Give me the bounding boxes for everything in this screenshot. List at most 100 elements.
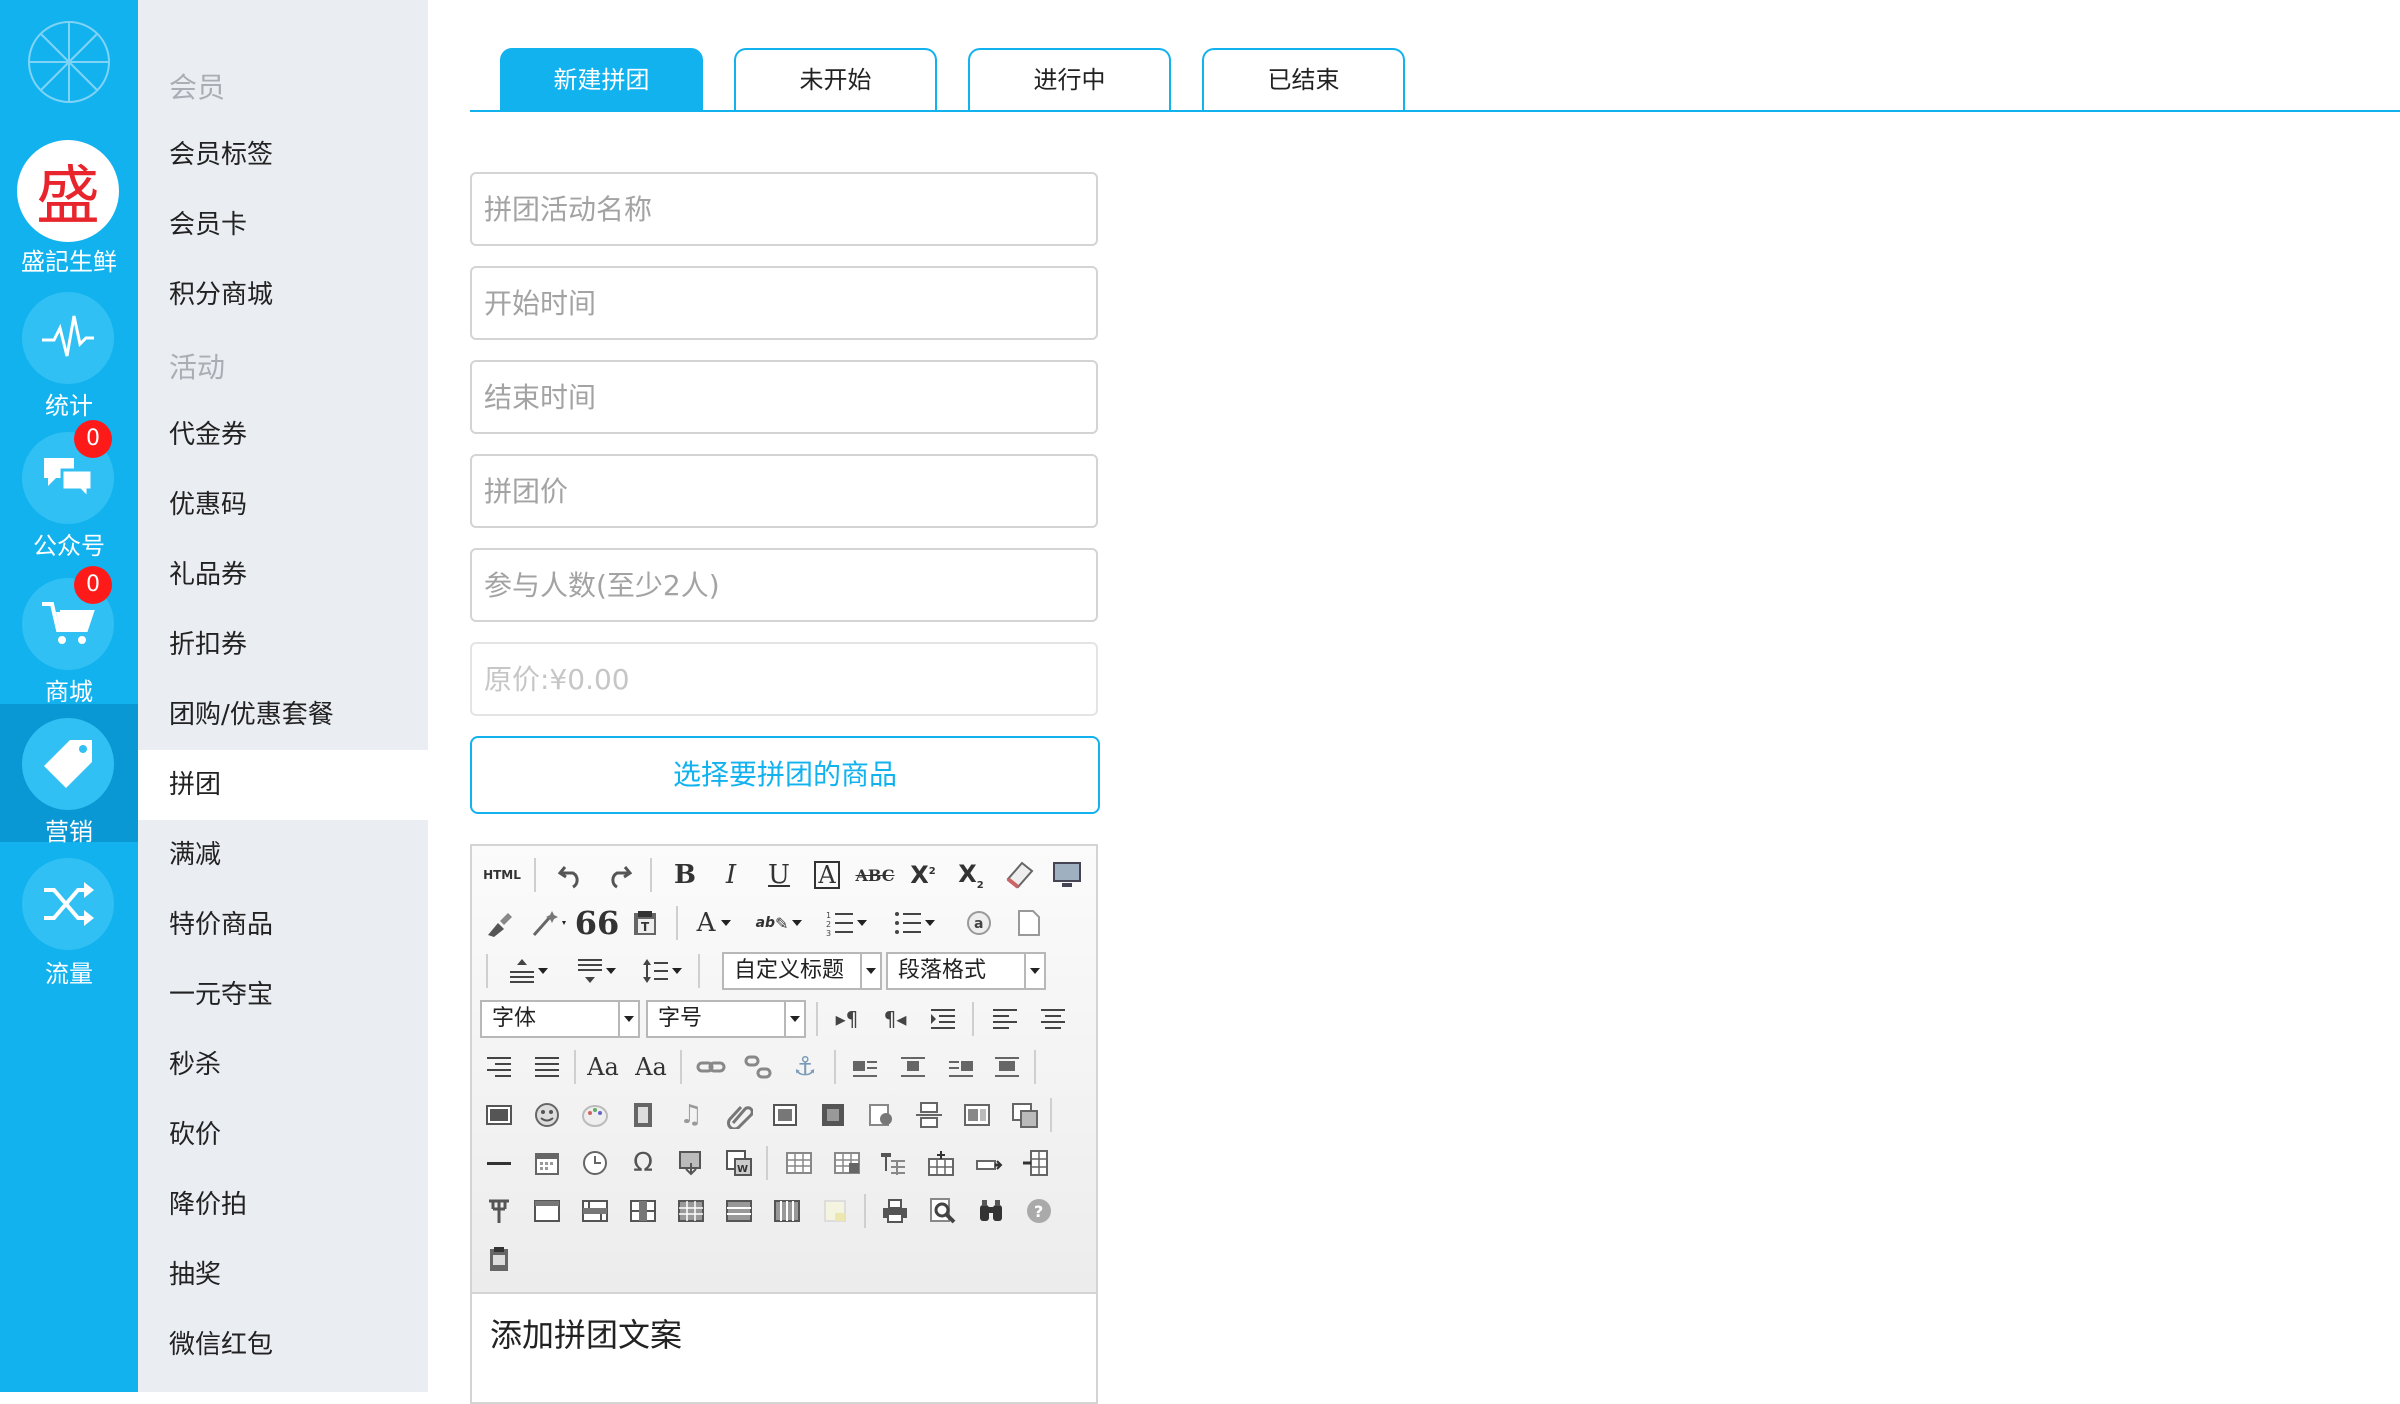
undo-icon[interactable] [554, 858, 588, 892]
attachment-icon[interactable] [722, 1098, 756, 1132]
rail-item-marketing[interactable]: 营销 [0, 704, 138, 846]
menu-item[interactable]: 抽奖 [138, 1240, 428, 1310]
participants-input[interactable] [470, 548, 1098, 622]
menu-item[interactable]: 积分商城 [138, 260, 428, 330]
editor-content[interactable]: 添加拼团文案 [490, 1310, 682, 1356]
menu-item-active[interactable]: 拼团 [138, 750, 428, 820]
music-icon[interactable]: ♫ [674, 1098, 708, 1132]
scrawl-icon[interactable] [578, 1098, 612, 1132]
custom-title-dropdown[interactable]: 自定义标题 [722, 952, 882, 990]
wordimage-icon[interactable] [674, 1146, 708, 1180]
format-painter-icon[interactable] [482, 906, 516, 940]
select-goods-button[interactable]: 选择要拼团的商品 [470, 736, 1100, 814]
store-switcher[interactable]: 盛 盛記生鲜 [0, 138, 138, 276]
menu-item[interactable]: 优惠码 [138, 470, 428, 540]
menu-item[interactable]: 折扣券 [138, 610, 428, 680]
ordered-list-icon[interactable]: 123 [820, 906, 872, 940]
menu-item[interactable]: 礼品券 [138, 540, 428, 610]
unlink-icon[interactable] [742, 1050, 776, 1084]
image-center-icon[interactable] [990, 1050, 1024, 1084]
rtl-direction-icon[interactable]: ¶◂ [878, 1002, 912, 1036]
insert-frame-icon[interactable] [768, 1098, 802, 1132]
merge-cells-icon[interactable] [530, 1194, 564, 1228]
delete-table-icon[interactable] [830, 1146, 864, 1180]
line-height-icon[interactable] [636, 954, 688, 988]
image-float-right-icon[interactable] [944, 1050, 978, 1084]
delete-row-icon[interactable] [972, 1146, 1006, 1180]
rail-item-official-account[interactable]: 0 公众号 [0, 420, 138, 560]
lowercase-icon[interactable]: Aa [634, 1050, 668, 1084]
redo-icon[interactable] [602, 858, 636, 892]
horizontal-rule-icon[interactable] [482, 1146, 516, 1180]
chart-icon[interactable] [818, 1194, 852, 1228]
align-center-icon[interactable] [1036, 1002, 1070, 1036]
menu-item[interactable]: 会员卡 [138, 190, 428, 260]
menu-item[interactable]: 特价商品 [138, 890, 428, 960]
indent-icon[interactable] [926, 1002, 960, 1036]
tab-new-group-buy[interactable]: 新建拼团 [500, 48, 703, 110]
insert-code-icon[interactable] [816, 1098, 850, 1132]
text-direction-icon[interactable]: a [962, 906, 996, 940]
menu-item[interactable]: 一元夺宝 [138, 960, 428, 1030]
menu-item[interactable]: 团购/优惠套餐 [138, 680, 428, 750]
rail-item-traffic[interactable]: 流量 [0, 848, 138, 988]
html-source-button[interactable]: HTML [482, 858, 522, 892]
unordered-list-icon[interactable] [888, 906, 940, 940]
rail-item-statistics[interactable]: 统计 [0, 280, 138, 420]
new-document-icon[interactable] [1012, 906, 1046, 940]
insert-column-icon[interactable] [1018, 1146, 1052, 1180]
uppercase-icon[interactable]: Aa [586, 1050, 620, 1084]
menu-item[interactable]: 秒杀 [138, 1030, 428, 1100]
print-icon[interactable] [878, 1194, 912, 1228]
menu-item[interactable]: 降价拍 [138, 1170, 428, 1240]
emotion-icon[interactable] [530, 1098, 564, 1132]
insert-caption-icon[interactable] [876, 1146, 910, 1180]
paragraph-spacing-top-icon[interactable] [502, 954, 554, 988]
split-rows-icon[interactable] [722, 1194, 756, 1228]
search-replace-icon[interactable] [974, 1194, 1008, 1228]
merge-down-icon[interactable] [626, 1194, 660, 1228]
split-columns-icon[interactable] [770, 1194, 804, 1228]
split-cells-icon[interactable] [674, 1194, 708, 1228]
align-left-icon[interactable] [988, 1002, 1022, 1036]
align-right-icon[interactable] [482, 1050, 516, 1084]
anchor-icon[interactable]: ⚓ [788, 1050, 822, 1084]
help-icon[interactable]: ? [1022, 1194, 1056, 1228]
fullscreen-icon[interactable] [1050, 858, 1084, 892]
italic-icon[interactable]: I [714, 858, 748, 892]
menu-item[interactable]: 满减 [138, 820, 428, 890]
underline-icon[interactable]: U [762, 858, 796, 892]
special-chars-icon[interactable]: Ω [626, 1146, 660, 1180]
eraser-icon[interactable] [1002, 858, 1036, 892]
drafts-icon[interactable] [482, 1242, 516, 1276]
paragraph-spacing-bottom-icon[interactable] [570, 954, 622, 988]
link-icon[interactable] [694, 1050, 728, 1084]
insert-image-icon[interactable] [482, 1098, 516, 1132]
bold-icon[interactable]: B [668, 858, 702, 892]
tab-ended[interactable]: 已结束 [1202, 48, 1405, 110]
paragraph-format-dropdown[interactable]: 段落格式 [886, 952, 1046, 990]
merge-right-icon[interactable] [578, 1194, 612, 1228]
end-time-input[interactable] [470, 360, 1098, 434]
rail-item-mall[interactable]: 0 商城 [0, 566, 138, 706]
page-break-icon[interactable] [912, 1098, 946, 1132]
font-family-dropdown[interactable]: 字体 [480, 1000, 640, 1038]
highlight-color-icon[interactable]: ab ✎ [754, 906, 804, 940]
blockquote-icon[interactable]: 66 [575, 906, 620, 940]
preview-icon[interactable] [926, 1194, 960, 1228]
paste-plain-icon[interactable]: T [628, 906, 662, 940]
word-paste-icon[interactable]: W [722, 1146, 756, 1180]
insert-table-icon[interactable] [782, 1146, 816, 1180]
tab-not-started[interactable]: 未开始 [734, 48, 937, 110]
insert-video-icon[interactable] [626, 1098, 660, 1132]
insert-row-icon[interactable] [924, 1146, 958, 1180]
date-icon[interactable] [530, 1146, 564, 1180]
subscript-icon[interactable]: X2 [954, 858, 988, 892]
background-icon[interactable] [1008, 1098, 1042, 1132]
tab-in-progress[interactable]: 进行中 [968, 48, 1171, 110]
menu-item[interactable]: 代金券 [138, 400, 428, 470]
start-time-input[interactable] [470, 266, 1098, 340]
time-icon[interactable] [578, 1146, 612, 1180]
menu-item[interactable]: 会员标签 [138, 120, 428, 190]
font-color-icon[interactable]: A [690, 906, 738, 940]
